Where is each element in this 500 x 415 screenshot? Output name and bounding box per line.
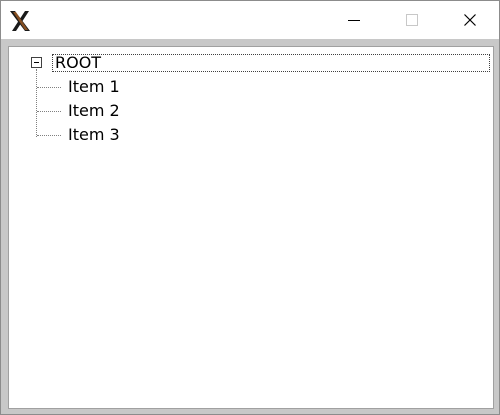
- close-icon: [464, 14, 476, 26]
- collapse-icon[interactable]: [31, 57, 42, 68]
- tree-view[interactable]: ROOT Item 1 Item 2 Item 3: [8, 46, 494, 409]
- maximize-icon: [406, 14, 418, 26]
- tree-node-item-3[interactable]: Item 3: [68, 126, 120, 144]
- x-app-icon: [10, 11, 30, 31]
- title-bar[interactable]: [1, 1, 499, 39]
- tree-node-item-2[interactable]: Item 2: [68, 102, 120, 120]
- tree-connector-item-2: [37, 111, 61, 112]
- tree-node-item-1[interactable]: Item 1: [68, 78, 120, 96]
- tree-connector-item-1: [37, 87, 61, 88]
- app-window: ROOT Item 1 Item 2 Item 3: [0, 0, 500, 415]
- tree-connector-item-3: [37, 135, 61, 136]
- tree-node-root[interactable]: ROOT: [52, 54, 490, 72]
- maximize-button[interactable]: [384, 1, 440, 39]
- tree-connector-vertical: [36, 69, 37, 137]
- minimize-icon: [348, 19, 360, 21]
- minimize-button[interactable]: [326, 1, 382, 39]
- close-button[interactable]: [442, 1, 498, 39]
- tree-node-root-label: ROOT: [55, 53, 102, 72]
